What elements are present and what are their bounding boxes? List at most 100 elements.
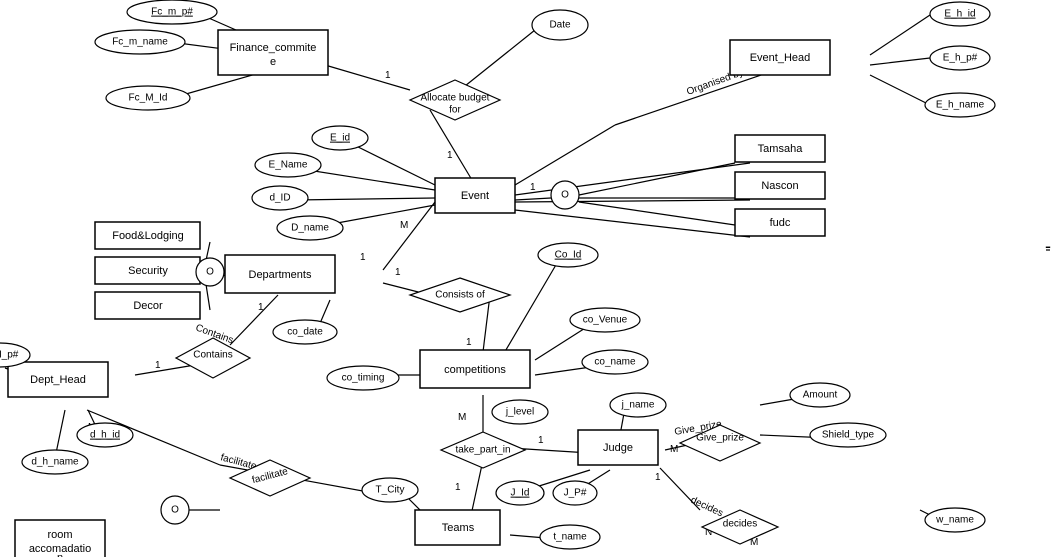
svg-text:e: e <box>270 56 276 68</box>
svg-text:Departments: Departments <box>249 269 312 281</box>
dept-head-entity: Dept_Head <box>8 362 108 397</box>
decor-entity: Decor <box>95 292 200 319</box>
cardinality-label: M <box>458 412 466 423</box>
cardinality-label: 1 <box>447 150 453 161</box>
d-id-attr: d_ID <box>252 186 308 210</box>
svg-text:Security: Security <box>128 265 168 277</box>
er-diagram: 1 1 Organised by 1 1 M 1 1 1 Contains 1 … <box>0 0 1060 557</box>
j-level-attr: j_level <box>492 400 548 424</box>
tamsaha-entity: Tamsaha <box>735 135 825 162</box>
svg-text:j_name: j_name <box>621 400 655 411</box>
svg-text:Event: Event <box>461 190 489 202</box>
svg-text:co_Venue: co_Venue <box>583 315 628 326</box>
cardinality-label: 1 <box>258 302 264 313</box>
fudc-entity: fudc <box>735 209 825 236</box>
e-name-attr: E_Name <box>255 153 321 177</box>
svg-text:competitions: competitions <box>444 364 506 376</box>
svg-text:j_level: j_level <box>505 407 534 418</box>
nascon-entity: Nascon <box>735 172 825 199</box>
security-entity: Security <box>95 257 200 284</box>
svg-text:O: O <box>171 505 179 516</box>
svg-text:Fc_m_p#: Fc_m_p# <box>151 7 193 18</box>
isa-circle-teams: O <box>161 496 189 524</box>
e-h-p-attr: E_h_p# <box>930 46 990 70</box>
cardinality-label: 1 <box>455 482 461 493</box>
svg-text:D_H_p#: D_H_p# <box>0 350 19 361</box>
svg-text:d_h_id: d_h_id <box>90 430 120 441</box>
date-attr: Date <box>532 10 588 40</box>
contains-relationship: Contains <box>176 338 250 378</box>
d-h-id-attr: d_h_id <box>77 423 133 447</box>
isa-circle-dept: O <box>196 258 224 286</box>
cardinality-label: 1 <box>530 182 536 193</box>
svg-text:d_h_name: d_h_name <box>31 457 79 468</box>
svg-text:decides: decides <box>723 519 757 530</box>
svg-text:E_id: E_id <box>330 133 350 144</box>
svg-text:Contains: Contains <box>193 350 232 361</box>
cardinality-label: M <box>670 444 678 455</box>
take-part-in-relationship: take_part_in <box>441 432 525 468</box>
svg-text:Nascon: Nascon <box>761 180 798 192</box>
co-date-attr: co_date <box>273 320 337 344</box>
e-h-name-attr: E_h_name <box>925 93 995 117</box>
svg-text:fudc: fudc <box>770 217 791 229</box>
svg-text:take_part_in: take_part_in <box>455 445 510 456</box>
svg-text:Amount: Amount <box>803 390 838 401</box>
decides-label: decides <box>689 495 725 520</box>
t-city-attr: T_City <box>362 478 418 502</box>
d-h-name-attr: d_h_name <box>22 450 88 474</box>
room-accomodation-entity: room accomadatio n <box>15 520 105 557</box>
svg-text:Tamsaha: Tamsaha <box>758 143 804 155</box>
amount-attr: Amount <box>790 383 850 407</box>
svg-text:E_h_id: E_h_id <box>944 9 975 20</box>
svg-text:E_Name: E_Name <box>269 160 308 171</box>
teams-entity: Teams <box>415 510 500 545</box>
svg-text:Judge: Judge <box>603 442 633 454</box>
co-venue-attr: co_Venue <box>570 308 640 332</box>
e-h-id-attr: E_h_id <box>930 2 990 26</box>
svg-text:co_name: co_name <box>594 357 636 368</box>
fc-m-p-attr: Fc_m_p# <box>127 0 217 24</box>
cardinality-label: M <box>400 220 408 231</box>
svg-text:Fc_m_name: Fc_m_name <box>112 37 168 48</box>
consists-of-relationship: Consists of <box>410 278 510 312</box>
j-p-attr: J_P# <box>553 481 597 505</box>
svg-text:J_Id: J_Id <box>511 488 530 499</box>
svg-text:O: O <box>206 267 214 278</box>
svg-text:Teams: Teams <box>442 522 475 534</box>
svg-text:J_P#: J_P# <box>564 488 587 499</box>
cardinality-label: 1 <box>360 252 366 263</box>
svg-text:co_timing: co_timing <box>342 373 385 384</box>
fc-m-name-attr: Fc_m_name <box>95 30 185 54</box>
cardinality-label: 1 <box>655 472 661 483</box>
co-name-attr: co_name <box>582 350 648 374</box>
svg-text:Co_Id: Co_Id <box>555 250 582 261</box>
food-lodging-entity: Food&Lodging <box>95 222 200 249</box>
allocate-budget-for-relationship: Allocate budget for <box>410 80 500 120</box>
svg-text:T_City: T_City <box>376 485 405 496</box>
isa-circle-event: O <box>551 181 579 209</box>
j-id-attr: J_Id <box>496 481 544 505</box>
event-entity: Event <box>435 178 515 213</box>
t-name-attr: t_name <box>540 525 600 549</box>
event-head-entity: Event_Head <box>730 40 830 75</box>
cardinality-label: 1 <box>466 337 472 348</box>
shield-type-attr: Shield_type <box>810 423 886 447</box>
competitions-entity: competitions <box>420 350 530 388</box>
svg-text:Dept_Head: Dept_Head <box>30 374 86 386</box>
svg-text:D_name: D_name <box>291 223 329 234</box>
svg-text:Food&Lodging: Food&Lodging <box>112 230 184 242</box>
svg-text:co_date: co_date <box>287 327 323 338</box>
j-name-attr: j_name <box>610 393 666 417</box>
svg-text:room: room <box>47 529 72 541</box>
svg-text:n: n <box>57 552 63 557</box>
svg-text:Give_prize: Give_prize <box>696 433 744 444</box>
judge-entity: Judge <box>578 430 658 465</box>
svg-text:t_name: t_name <box>553 532 587 543</box>
w-name-attr: w_name <box>925 508 985 532</box>
svg-text:Shield_type: Shield_type <box>822 430 875 441</box>
cardinality-label: 1 <box>385 70 391 81</box>
svg-text:O: O <box>561 190 569 201</box>
svg-text:Event_Head: Event_Head <box>750 52 811 64</box>
svg-text:E_h_name: E_h_name <box>936 100 985 111</box>
